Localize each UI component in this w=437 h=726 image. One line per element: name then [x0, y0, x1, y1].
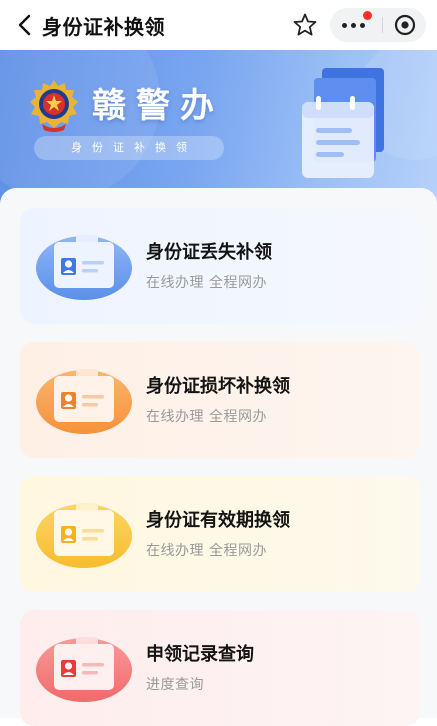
calendar-icon — [302, 68, 384, 178]
service-title: 申领记录查询 — [146, 644, 254, 665]
service-subtitle: 进度查询 — [146, 677, 204, 693]
brand-name: 赣警办 — [92, 86, 224, 126]
banner-subtitle: 身份证补换领 — [34, 136, 224, 160]
service-subtitle: 在线办理 全程网办 — [146, 543, 267, 559]
service-card-lost-replacement[interactable]: 身份证丢失补领 在线办理 全程网办 — [20, 208, 420, 324]
service-subtitle: 在线办理 全程网办 — [146, 409, 267, 425]
target-icon[interactable] — [394, 14, 416, 36]
id-card-icon — [36, 369, 132, 434]
more-dots-icon[interactable] — [342, 23, 365, 28]
service-title: 身份证丢失补领 — [146, 242, 272, 263]
service-card-damaged-replacement[interactable]: 身份证损坏补换领 在线办理 全程网办 — [20, 342, 420, 458]
capsule-divider — [382, 17, 383, 33]
service-title: 身份证有效期换领 — [146, 510, 290, 531]
back-arrow-icon[interactable] — [14, 13, 38, 37]
notification-dot — [363, 11, 372, 20]
service-title: 身份证损坏补换领 — [146, 376, 290, 397]
id-card-icon — [36, 235, 132, 300]
id-card-icon — [36, 637, 132, 702]
page-title: 身份证补换领 — [42, 15, 165, 39]
banner: 赣警办 身份证补换领 — [0, 50, 437, 208]
mini-program-capsule — [330, 8, 426, 42]
service-list: 身份证丢失补领 在线办理 全程网办 身份证损坏补换领 在线办理 全程网办 身份证… — [0, 188, 437, 726]
top-nav-bar: 身份证补换领 — [0, 0, 437, 50]
police-emblem-icon — [30, 80, 78, 132]
service-card-record-query[interactable]: 申领记录查询 进度查询 — [20, 610, 420, 726]
service-subtitle: 在线办理 全程网办 — [146, 275, 267, 291]
service-card-expiry-renewal[interactable]: 身份证有效期换领 在线办理 全程网办 — [20, 476, 420, 592]
id-card-icon — [36, 503, 132, 568]
star-icon[interactable] — [292, 12, 318, 38]
